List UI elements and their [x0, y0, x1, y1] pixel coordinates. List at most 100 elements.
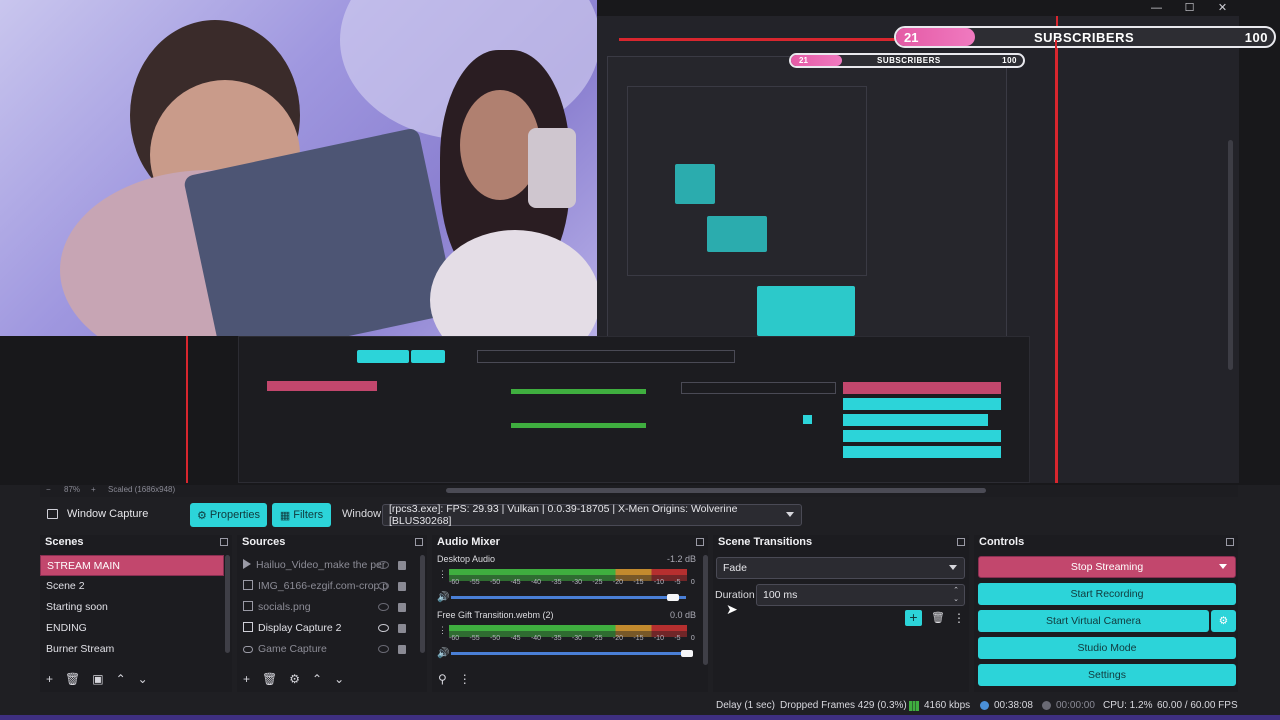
source-item[interactable]: Hailuo_Video_make the per [237, 555, 419, 576]
subscriber-label: SUBSCRIBERS [1034, 29, 1135, 45]
filters-label: Filters [293, 509, 324, 521]
start-virtual-camera-label: Start Virtual Camera [1046, 615, 1141, 627]
scene-item[interactable]: Starting soon [40, 597, 224, 618]
minimize-button[interactable]: — [1140, 0, 1173, 16]
popout-icon[interactable] [957, 538, 965, 546]
chevron-down-icon [949, 565, 957, 570]
kebab-menu-icon[interactable]: ⋮ [953, 611, 965, 625]
duration-input[interactable]: 100 ms ⌃ ⌄ [756, 584, 965, 606]
dropped-frames: Dropped Frames 429 (0.3%) [780, 700, 907, 711]
start-virtual-camera-button[interactable]: Start Virtual Camera [978, 610, 1209, 632]
filters-button[interactable]: ▦ Filters [272, 503, 331, 527]
eye-icon[interactable] [378, 645, 389, 653]
move-down-icon[interactable]: ⌄ [138, 672, 148, 686]
filter-icon[interactable]: ▣ [92, 672, 103, 686]
lock-icon[interactable] [398, 603, 406, 612]
lock-icon[interactable] [398, 582, 406, 591]
source-item[interactable]: Game Capture [237, 639, 419, 660]
scene-item[interactable]: ENDING [40, 618, 224, 639]
kebab-menu-icon[interactable]: ⋮ [438, 625, 447, 636]
scene-label: Scene 2 [46, 580, 85, 592]
scene-item[interactable]: Burner Stream [40, 639, 224, 660]
eye-icon[interactable] [378, 603, 389, 611]
lock-icon[interactable] [398, 645, 406, 654]
window-select[interactable]: [rpcs3.exe]: FPS: 29.93 | Vulkan | 0.0.3… [382, 503, 802, 527]
scene-label: Starting soon [46, 601, 108, 613]
mixer-scrollbar[interactable] [703, 555, 708, 665]
speaker-icon[interactable]: 🔊 [437, 648, 449, 659]
add-source-icon[interactable]: + [243, 672, 250, 686]
play-icon [243, 559, 251, 569]
volume-slider[interactable] [451, 652, 686, 655]
start-recording-button[interactable]: Start Recording [978, 583, 1236, 605]
window-label: Window [342, 508, 382, 520]
gear-icon[interactable]: ⚙ [289, 672, 300, 686]
zoom-in-button[interactable]: + [91, 485, 96, 494]
zoom-value: 87% [64, 485, 81, 494]
trash-icon[interactable]: 🗑 [65, 672, 80, 686]
volume-slider[interactable] [451, 596, 686, 599]
source-item[interactable]: Display Capture 2 [237, 618, 419, 639]
zoom-out-button[interactable]: − [46, 485, 51, 494]
source-item[interactable]: socials.png [237, 597, 419, 618]
scene-item[interactable]: Scene 2 [40, 576, 224, 597]
maximize-button[interactable]: ☐ [1173, 0, 1206, 16]
volume-slider-handle[interactable] [667, 594, 679, 601]
eye-icon[interactable] [378, 561, 389, 569]
move-up-icon[interactable]: ⌃ [312, 672, 322, 686]
studio-mode-button[interactable]: Studio Mode [978, 637, 1236, 659]
webcam-feed [0, 0, 597, 336]
kebab-menu-icon[interactable]: ⋮ [438, 569, 447, 580]
eye-icon[interactable] [378, 582, 389, 590]
sources-scrollbar[interactable] [420, 555, 425, 653]
trash-icon[interactable]: 🗑 [931, 611, 945, 624]
meter-ticks: -60 -55 -50 -45 -40 -35 -30 -25 -20 -15 -10 -5 0 [449, 635, 695, 642]
scene-label: Burner Stream [46, 643, 115, 655]
properties-button[interactable]: ⚙ Properties [190, 503, 267, 527]
horizontal-scrollbar[interactable] [446, 488, 986, 493]
close-button[interactable]: ✕ [1206, 0, 1239, 16]
popout-icon[interactable] [696, 538, 704, 546]
lock-icon[interactable] [398, 624, 406, 633]
eye-icon[interactable] [378, 624, 389, 632]
stop-streaming-button[interactable]: Stop Streaming [978, 556, 1236, 578]
channel-db: 0.0 dB [669, 610, 696, 620]
start-recording-label: Start Recording [1070, 588, 1144, 600]
record-status-icon [1042, 701, 1051, 710]
gamepad-icon [243, 646, 253, 653]
scenes-scrollbar[interactable] [225, 555, 230, 653]
popout-icon[interactable] [220, 538, 228, 546]
stepper-icon[interactable]: ⌃ ⌄ [953, 586, 959, 604]
scene-item[interactable]: STREAM MAIN [40, 555, 224, 576]
link-icon[interactable]: ⚲ [438, 672, 447, 686]
chevron-down-icon [786, 512, 794, 517]
chevron-down-icon[interactable] [1219, 564, 1227, 569]
settings-button[interactable]: Settings [978, 664, 1236, 686]
popout-icon[interactable] [415, 538, 423, 546]
signal-icon [909, 701, 919, 711]
preview-canvas[interactable]: 21 SUBSCRIBERS 100 21 SUBSCRIBERS 100 — … [0, 0, 1280, 485]
vertical-scrollbar[interactable] [1228, 140, 1233, 370]
display-icon [243, 622, 253, 632]
volume-slider-handle[interactable] [681, 650, 693, 657]
filter-icon: ▦ [279, 509, 291, 522]
speaker-icon[interactable]: 🔊 [437, 592, 449, 603]
kebab-menu-icon[interactable]: ⋮ [459, 672, 471, 686]
scene-transitions-title: Scene Transitions [718, 536, 813, 548]
scene-label: STREAM MAIN [47, 560, 120, 572]
virtual-camera-settings-button[interactable]: ⚙ [1211, 610, 1236, 632]
add-transition-button[interactable]: + [905, 610, 922, 626]
lock-icon[interactable] [398, 561, 406, 570]
transition-select[interactable]: Fade [716, 557, 965, 579]
popout-icon[interactable] [1226, 538, 1234, 546]
stream-status-icon [980, 701, 989, 710]
duration-label: Duration [715, 589, 755, 601]
trash-icon[interactable]: 🗑 [262, 672, 277, 686]
source-item[interactable]: IMG_6166-ezgif.com-crop.p [237, 576, 419, 597]
controls-dock: Controls Stop Streaming Start Recording … [974, 535, 1238, 692]
move-up-icon[interactable]: ⌃ [116, 672, 126, 686]
add-scene-icon[interactable]: + [46, 672, 53, 686]
bitrate: 4160 kbps [924, 700, 971, 711]
move-down-icon[interactable]: ⌄ [334, 672, 344, 686]
delay-status: Delay (1 sec) [716, 700, 775, 711]
